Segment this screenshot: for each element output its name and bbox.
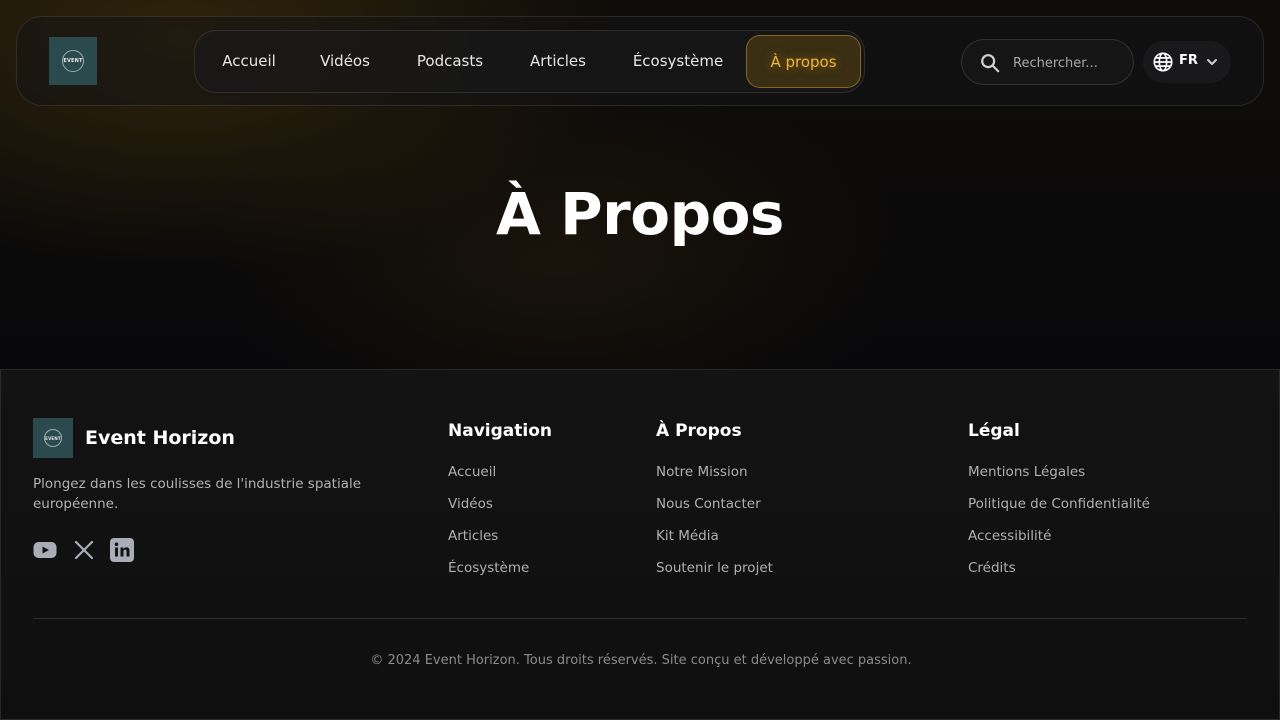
footer-link-videos[interactable]: Vidéos	[448, 496, 493, 512]
linkedin-icon[interactable]	[110, 538, 134, 562]
logo-mark: EVENT	[62, 50, 84, 72]
footer-col-title-navigation: Navigation	[448, 421, 552, 441]
footer-brand-name: Event Horizon	[85, 427, 235, 449]
globe-icon	[1153, 52, 1173, 72]
nav-item-ecosysteme[interactable]: Écosystème	[615, 35, 741, 88]
footer-link-confidentialite[interactable]: Politique de Confidentialité	[968, 496, 1150, 512]
nav-item-videos[interactable]: Vidéos	[301, 35, 389, 88]
site-logo[interactable]: EVENT	[49, 37, 97, 85]
footer-copyright: © 2024 Event Horizon. Tous droits réserv…	[370, 653, 912, 668]
chevron-down-icon	[1207, 59, 1217, 65]
nav-item-accueil[interactable]: Accueil	[207, 35, 291, 88]
x-icon[interactable]	[72, 538, 96, 562]
nav-item-podcasts[interactable]: Podcasts	[399, 35, 501, 88]
footer-link-nous-contacter[interactable]: Nous Contacter	[656, 496, 761, 512]
nav-item-articles[interactable]: Articles	[511, 35, 605, 88]
footer-link-credits[interactable]: Crédits	[968, 560, 1016, 576]
footer-logo-mark: EVENT	[44, 429, 62, 447]
nav-item-a-propos[interactable]: À propos	[746, 35, 861, 88]
footer-tagline: Plongez dans les coulisses de l'industri…	[33, 476, 362, 512]
footer-link-accessibilite[interactable]: Accessibilité	[968, 528, 1051, 544]
site-header: EVENT Accueil Vidéos Podcasts Articles É…	[16, 16, 1264, 106]
footer-link-kit-media[interactable]: Kit Média	[656, 528, 719, 544]
footer-col-title-legal: Légal	[968, 421, 1020, 441]
search-input[interactable]	[1013, 52, 1125, 74]
search-icon	[981, 54, 1000, 73]
youtube-icon[interactable]	[33, 538, 57, 562]
footer-link-soutenir[interactable]: Soutenir le projet	[656, 560, 773, 576]
page-title: À Propos	[496, 180, 784, 248]
footer-logo[interactable]: EVENT	[33, 418, 73, 458]
site-footer: EVENT Event Horizon Plongez dans les cou…	[0, 369, 1280, 720]
main-nav: Accueil Vidéos Podcasts Articles Écosyst…	[194, 30, 865, 93]
footer-link-mentions-legales[interactable]: Mentions Légales	[968, 464, 1085, 480]
footer-logo-text: EVENT	[45, 435, 61, 441]
footer-link-ecosysteme[interactable]: Écosystème	[448, 560, 529, 576]
search-box[interactable]	[961, 39, 1134, 85]
footer-link-articles[interactable]: Articles	[448, 528, 498, 544]
footer-divider	[33, 618, 1247, 619]
language-selector[interactable]: FR	[1143, 41, 1231, 83]
footer-link-accueil[interactable]: Accueil	[448, 464, 496, 480]
footer-col-title-a-propos: À Propos	[656, 421, 742, 441]
footer-link-notre-mission[interactable]: Notre Mission	[656, 464, 748, 480]
logo-text: EVENT	[63, 58, 83, 64]
language-code: FR	[1179, 53, 1198, 68]
